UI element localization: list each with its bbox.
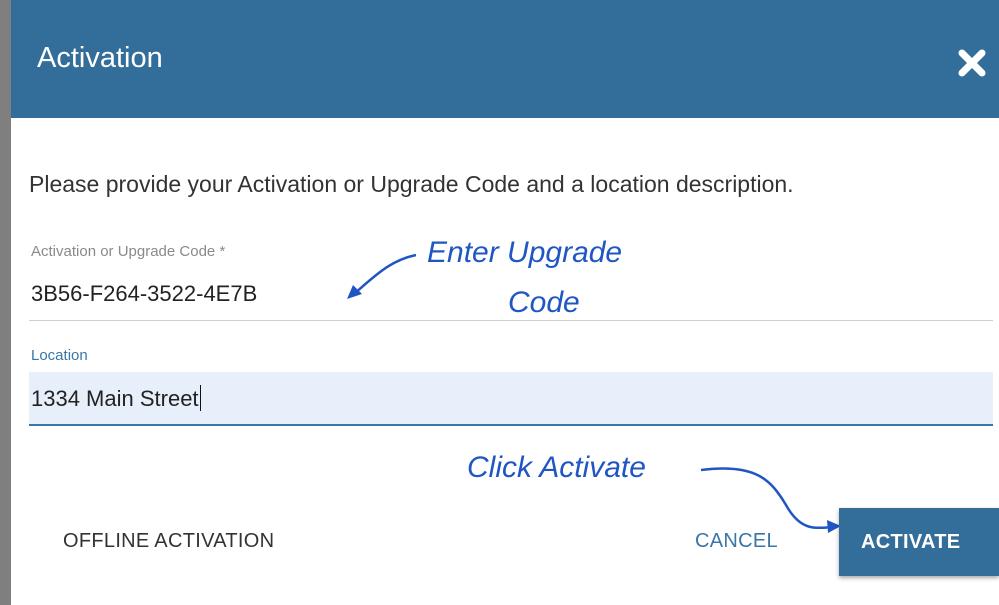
dialog-title: Activation xyxy=(37,42,163,74)
location-text: 1334 Main Street xyxy=(31,386,199,411)
code-field-label: Activation or Upgrade Code * xyxy=(31,243,226,260)
arrow-to-activate xyxy=(700,467,834,530)
offline-activation-button[interactable]: OFFLINE ACTIVATION xyxy=(63,529,274,553)
activation-dialog: Activation Please provide your Activatio… xyxy=(11,0,999,605)
arrow-to-code-field xyxy=(354,253,417,294)
cancel-button[interactable]: CANCEL xyxy=(695,529,778,553)
instruction-text: Please provide your Activation or Upgrad… xyxy=(29,171,794,197)
close-icon xyxy=(958,49,986,77)
close-button[interactable] xyxy=(953,44,991,82)
code-input[interactable]: 3B56-F264-3522-4E7B xyxy=(31,280,257,308)
location-input[interactable]: 1334 Main Street xyxy=(29,372,993,426)
window-edge xyxy=(0,0,11,605)
text-cursor xyxy=(199,385,201,411)
location-input-value: 1334 Main Street xyxy=(31,385,201,413)
dialog-header: Activation xyxy=(11,0,999,118)
annotation-enter-code-line1: Enter Upgrade xyxy=(427,236,623,269)
location-field-label: Location xyxy=(31,347,88,364)
annotation-click-activate: Click Activate xyxy=(467,451,646,484)
activate-button[interactable]: ACTIVATE xyxy=(839,508,999,576)
arrow-head-code xyxy=(347,285,362,299)
annotation-enter-code-line2: Code xyxy=(508,286,580,319)
